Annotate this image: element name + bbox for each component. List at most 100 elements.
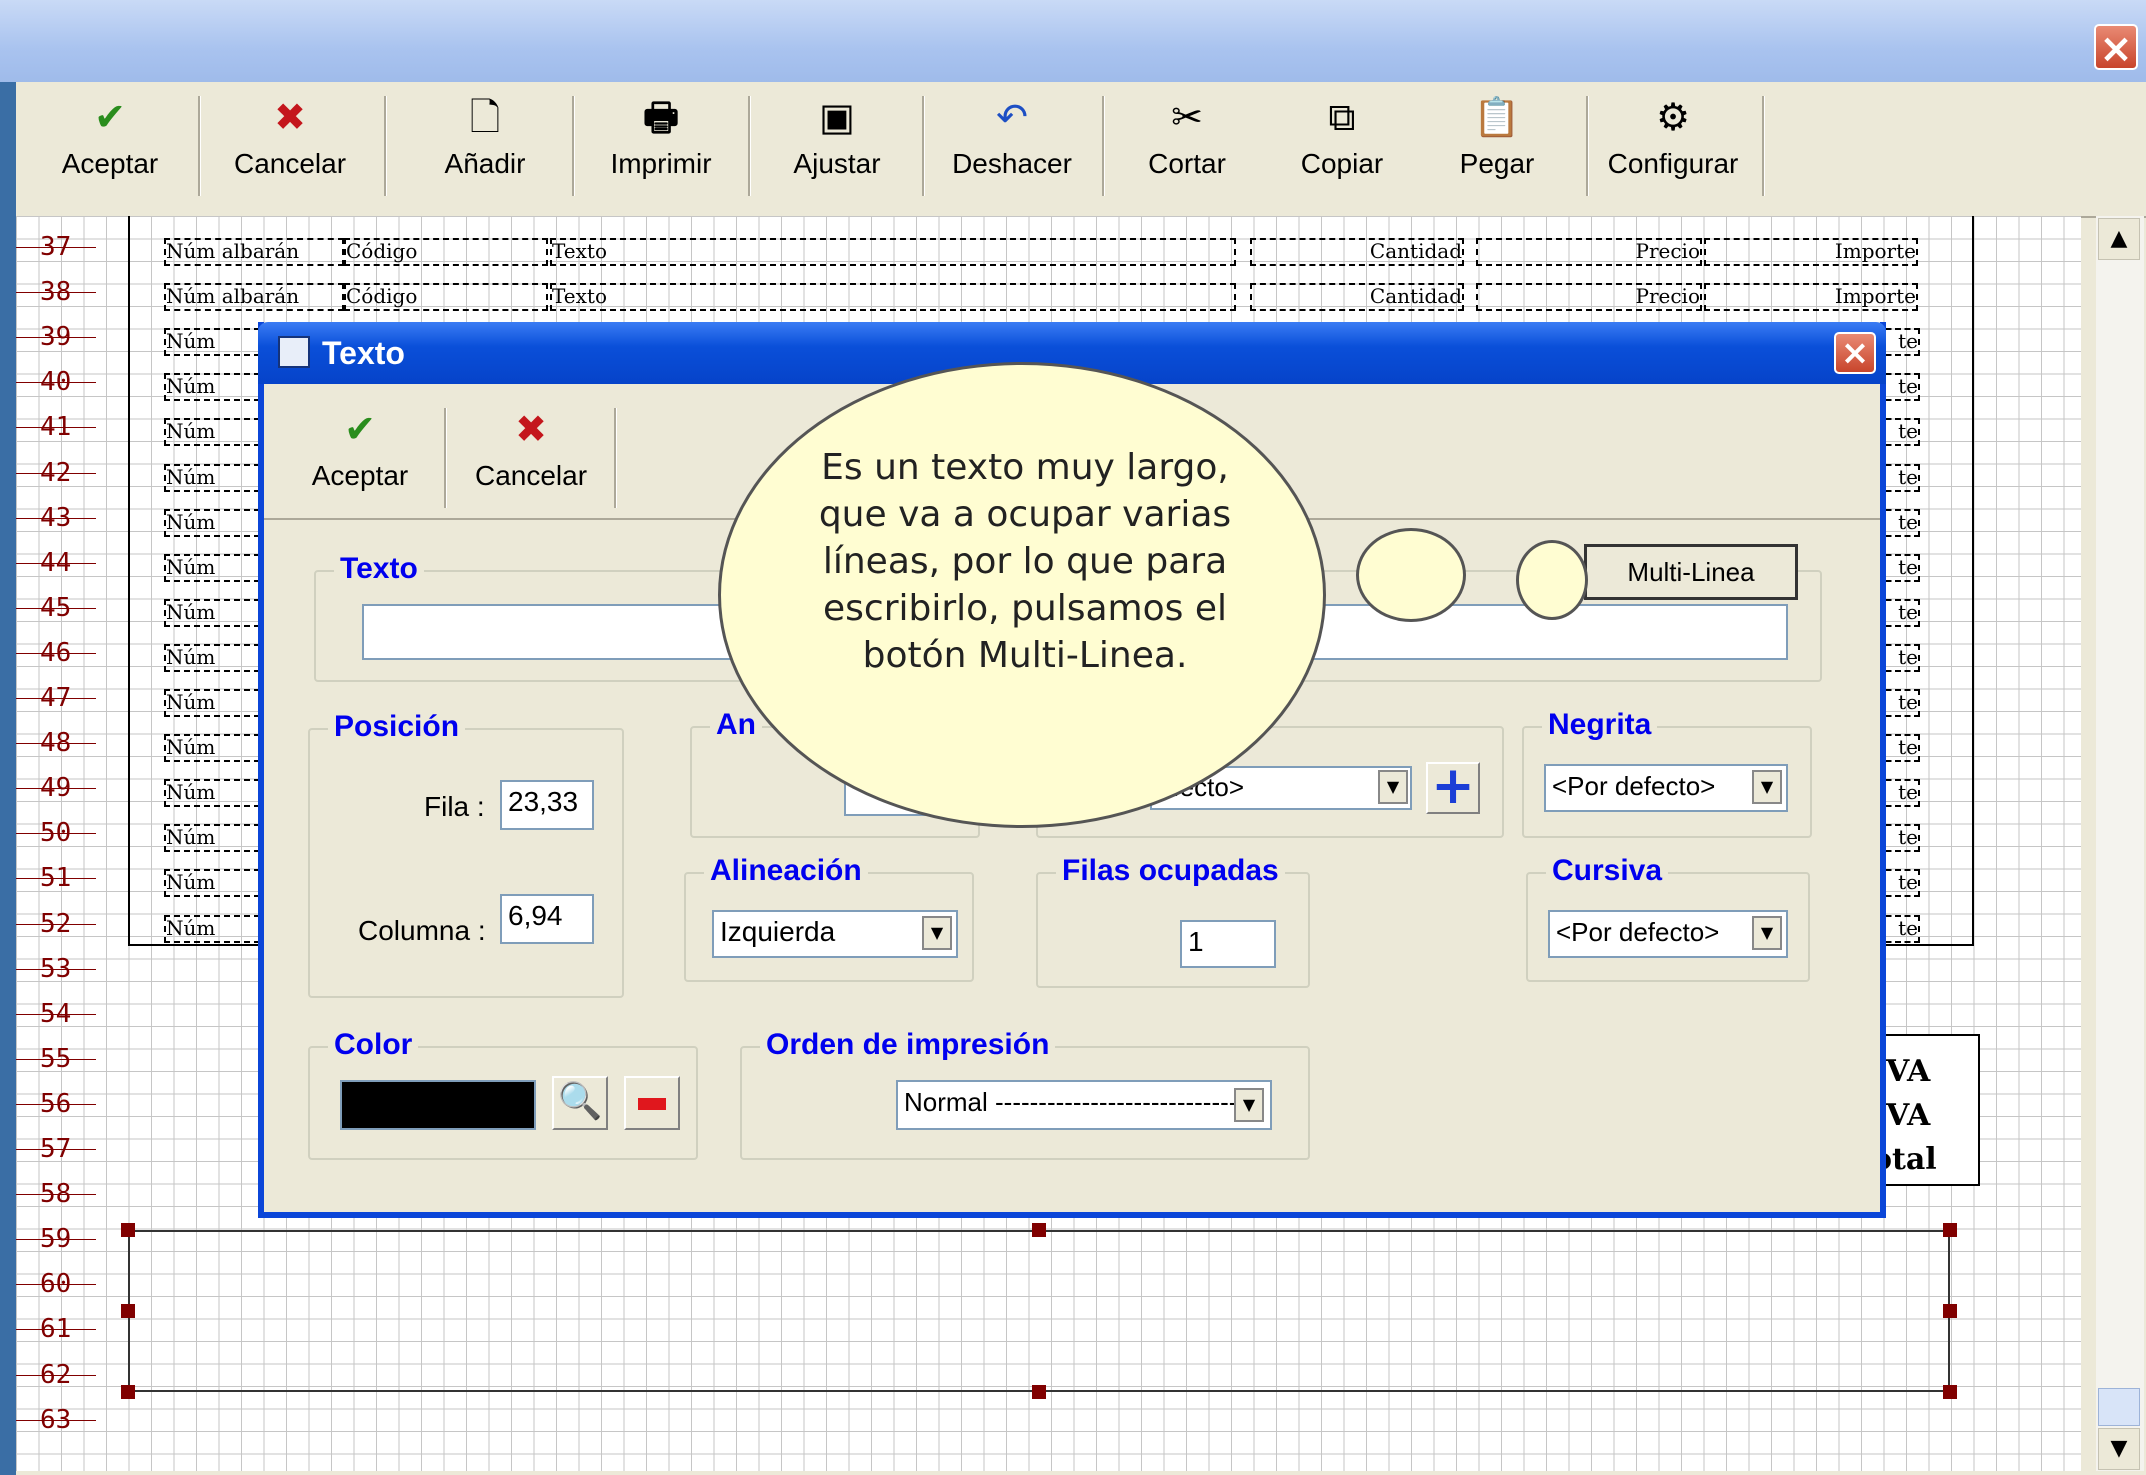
dialog-close-button[interactable]: × bbox=[1834, 332, 1876, 374]
cortar-button[interactable]: ✂ Cortar bbox=[1130, 92, 1244, 208]
resize-handle[interactable] bbox=[121, 1223, 135, 1237]
report-cell[interactable]: Núm bbox=[164, 689, 260, 717]
callout-tail-bubble-small bbox=[1516, 540, 1588, 620]
report-cell[interactable]: Núm bbox=[164, 463, 260, 492]
resize-handle[interactable] bbox=[1943, 1385, 1957, 1399]
x-icon: ✖ bbox=[515, 407, 547, 451]
clear-color-button[interactable] bbox=[624, 1076, 680, 1130]
add-font-button[interactable]: + bbox=[1426, 760, 1480, 814]
report-cell[interactable]: Núm bbox=[164, 734, 260, 763]
printer-icon: 🖶 bbox=[643, 95, 679, 139]
negrita-dropdown-arrow[interactable]: ▼ bbox=[1752, 770, 1782, 804]
row-tick bbox=[16, 1329, 96, 1331]
check-icon: ✔ bbox=[344, 407, 376, 451]
report-cell[interactable]: Núm bbox=[164, 643, 260, 672]
deshacer-button[interactable]: ↶ Deshacer bbox=[942, 92, 1082, 208]
report-cell[interactable]: Importe bbox=[1704, 238, 1918, 266]
resize-handle[interactable] bbox=[1032, 1385, 1046, 1399]
imprimir-button[interactable]: 🖶 Imprimir bbox=[596, 92, 726, 208]
plus-icon: + bbox=[1431, 756, 1475, 816]
filas-input[interactable]: 1 bbox=[1180, 920, 1276, 968]
deshacer-label: Deshacer bbox=[952, 148, 1072, 179]
row-tick bbox=[16, 1419, 96, 1421]
resize-handle[interactable] bbox=[1032, 1223, 1046, 1237]
orden-dropdown-arrow[interactable]: ▼ bbox=[1234, 1088, 1264, 1122]
color-picker-button[interactable]: 🔍 bbox=[552, 1076, 608, 1130]
columna-label: Columna : bbox=[358, 915, 486, 946]
report-cell[interactable]: Código bbox=[344, 283, 548, 312]
resize-handle[interactable] bbox=[1943, 1304, 1957, 1318]
report-cell[interactable]: Núm albarán bbox=[164, 238, 344, 266]
report-cell[interactable]: Núm bbox=[164, 598, 260, 627]
scroll-thumb[interactable] bbox=[2098, 1388, 2140, 1426]
resize-handle[interactable] bbox=[121, 1385, 135, 1399]
report-cell[interactable]: Texto bbox=[550, 283, 1236, 312]
report-cell[interactable]: Núm bbox=[164, 373, 260, 402]
posicion-group: Posición bbox=[308, 710, 624, 998]
alineacion-dropdown-arrow[interactable]: ▼ bbox=[922, 916, 952, 950]
multilinea-button[interactable]: Multi-Linea bbox=[1584, 544, 1798, 600]
scroll-up-button[interactable]: ▲ bbox=[2098, 218, 2140, 260]
report-cell[interactable]: Cantidad bbox=[1250, 283, 1464, 312]
report-cell[interactable]: Núm bbox=[164, 779, 260, 808]
row-tick bbox=[16, 833, 96, 835]
report-cell[interactable]: Núm bbox=[164, 553, 260, 582]
main-toolbar: ✔ Aceptar ✖ Cancelar 🗋 Añadir 🖶 Imprimir… bbox=[0, 82, 2146, 218]
report-cell[interactable]: Cantidad bbox=[1250, 238, 1464, 266]
row-tick bbox=[16, 878, 96, 880]
orden-select[interactable]: Normal ----------------------------- bbox=[896, 1080, 1272, 1130]
fuente-dropdown-arrow[interactable]: ▼ bbox=[1378, 770, 1408, 804]
fila-input[interactable]: 23,33 bbox=[500, 780, 594, 830]
cursiva-dropdown-arrow[interactable]: ▼ bbox=[1752, 916, 1782, 950]
report-cell[interactable]: Núm bbox=[164, 869, 260, 898]
callout-tail-bubble bbox=[1356, 528, 1466, 622]
color-swatch[interactable] bbox=[340, 1080, 536, 1130]
resize-handle[interactable] bbox=[121, 1304, 135, 1318]
report-cell[interactable]: Núm bbox=[164, 914, 260, 943]
cancelar-button[interactable]: ✖ Cancelar bbox=[220, 92, 360, 208]
row-tick bbox=[16, 337, 96, 339]
row-tick bbox=[16, 1239, 96, 1241]
check-icon: ✔ bbox=[94, 95, 126, 139]
window-titlebar bbox=[0, 0, 2146, 82]
paste-icon: 📋 bbox=[1473, 95, 1521, 139]
x-icon: ✖ bbox=[274, 95, 306, 139]
dialog-aceptar-button[interactable]: ✔ Aceptar bbox=[300, 404, 420, 520]
toolbar-separator bbox=[198, 96, 201, 196]
configurar-button[interactable]: ⚙ Configurar bbox=[1600, 92, 1746, 208]
report-cell[interactable]: Núm bbox=[164, 418, 260, 447]
copiar-button[interactable]: ⧉ Copiar bbox=[1282, 92, 1402, 208]
window-close-button[interactable]: × bbox=[2094, 24, 2138, 72]
aceptar-button[interactable]: ✔ Aceptar bbox=[50, 92, 170, 208]
resize-handle[interactable] bbox=[1943, 1223, 1957, 1237]
scroll-down-button[interactable]: ▼ bbox=[2098, 1428, 2140, 1470]
report-cell[interactable]: Código bbox=[344, 238, 548, 266]
anadir-button[interactable]: 🗋 Añadir bbox=[430, 92, 540, 208]
report-cell[interactable]: Texto bbox=[550, 238, 1236, 266]
orden-group-label: Orden de impresión bbox=[760, 1028, 1056, 1062]
toolbar-separator bbox=[1102, 96, 1105, 196]
report-cell[interactable]: Núm albarán bbox=[164, 283, 344, 312]
row-tick bbox=[16, 698, 96, 699]
pegar-button[interactable]: 📋 Pegar bbox=[1440, 92, 1554, 208]
gear-icon: ⚙ bbox=[1655, 95, 1691, 139]
selected-band[interactable] bbox=[128, 1230, 1950, 1392]
dialog-title: Texto bbox=[322, 335, 405, 371]
report-cell[interactable]: Importe bbox=[1704, 283, 1918, 312]
row-tick bbox=[16, 292, 96, 294]
report-cell[interactable]: Núm bbox=[164, 824, 260, 853]
row-tick bbox=[16, 788, 96, 790]
dialog-cancelar-button[interactable]: ✖ Cancelar bbox=[466, 404, 596, 520]
report-cell[interactable]: Núm bbox=[164, 328, 260, 357]
ajustar-button[interactable]: ▣ Ajustar bbox=[772, 92, 902, 208]
vertical-scrollbar[interactable]: ▲ ▼ bbox=[2096, 216, 2144, 1471]
columna-input[interactable]: 6,94 bbox=[500, 894, 594, 944]
report-cell[interactable]: Precio bbox=[1476, 238, 1702, 266]
undo-icon: ↶ bbox=[996, 95, 1028, 139]
negrita-group-label: Negrita bbox=[1542, 708, 1658, 742]
report-cell[interactable]: Núm bbox=[164, 508, 260, 537]
report-cell[interactable]: Precio bbox=[1476, 283, 1702, 312]
toolbar-separator bbox=[384, 96, 387, 196]
color-group-label: Color bbox=[328, 1028, 419, 1062]
row-tick bbox=[16, 1013, 96, 1015]
